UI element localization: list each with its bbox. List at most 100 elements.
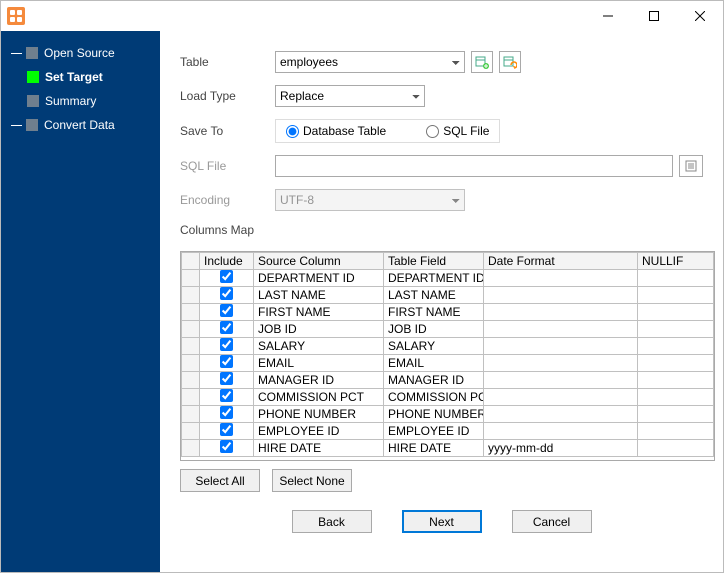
date-cell[interactable] [484, 338, 638, 355]
nav-item-open-source[interactable]: Open Source [1, 41, 160, 65]
close-button[interactable] [677, 1, 723, 31]
source-cell[interactable]: LAST NAME [254, 287, 384, 304]
add-table-icon[interactable] [471, 51, 493, 73]
col-date[interactable]: Date Format [484, 253, 638, 270]
field-cell[interactable]: EMAIL [384, 355, 484, 372]
table-row[interactable]: COMMISSION PCTCOMMISSION PCT [182, 389, 714, 406]
table-row[interactable]: FIRST NAMEFIRST NAME [182, 304, 714, 321]
row-header[interactable] [182, 423, 200, 440]
row-header[interactable] [182, 355, 200, 372]
source-cell[interactable]: HIRE DATE [254, 440, 384, 457]
row-header[interactable] [182, 389, 200, 406]
row-header[interactable] [182, 338, 200, 355]
field-cell[interactable]: DEPARTMENT ID [384, 270, 484, 287]
include-cell[interactable] [200, 355, 254, 372]
table-row[interactable]: DEPARTMENT IDDEPARTMENT ID [182, 270, 714, 287]
date-cell[interactable] [484, 321, 638, 338]
source-cell[interactable]: EMPLOYEE ID [254, 423, 384, 440]
refresh-table-icon[interactable] [499, 51, 521, 73]
field-cell[interactable]: MANAGER ID [384, 372, 484, 389]
nav-item-convert-data[interactable]: Convert Data [1, 113, 160, 137]
include-cell[interactable] [200, 270, 254, 287]
table-row[interactable]: EMAILEMAIL [182, 355, 714, 372]
row-header[interactable] [182, 440, 200, 457]
date-cell[interactable] [484, 355, 638, 372]
nullif-cell[interactable] [638, 355, 714, 372]
nullif-cell[interactable] [638, 440, 714, 457]
date-cell[interactable]: yyyy-mm-dd [484, 440, 638, 457]
select-none-button[interactable]: Select None [272, 469, 352, 492]
nav-item-summary[interactable]: Summary [1, 89, 160, 113]
col-source[interactable]: Source Column [254, 253, 384, 270]
nullif-cell[interactable] [638, 338, 714, 355]
source-cell[interactable]: COMMISSION PCT [254, 389, 384, 406]
source-cell[interactable]: JOB ID [254, 321, 384, 338]
date-cell[interactable] [484, 372, 638, 389]
field-cell[interactable]: EMPLOYEE ID [384, 423, 484, 440]
columns-grid[interactable]: Include Source Column Table Field Date F… [180, 251, 715, 461]
nullif-cell[interactable] [638, 423, 714, 440]
include-cell[interactable] [200, 423, 254, 440]
table-select[interactable]: employees [275, 51, 465, 73]
browse-button[interactable] [679, 155, 703, 177]
source-cell[interactable]: FIRST NAME [254, 304, 384, 321]
date-cell[interactable] [484, 423, 638, 440]
date-cell[interactable] [484, 389, 638, 406]
date-cell[interactable] [484, 406, 638, 423]
table-row[interactable]: HIRE DATEHIRE DATEyyyy-mm-dd [182, 440, 714, 457]
nullif-cell[interactable] [638, 287, 714, 304]
source-cell[interactable]: DEPARTMENT ID [254, 270, 384, 287]
row-header[interactable] [182, 406, 200, 423]
field-cell[interactable]: LAST NAME [384, 287, 484, 304]
source-cell[interactable]: PHONE NUMBER [254, 406, 384, 423]
date-cell[interactable] [484, 287, 638, 304]
table-row[interactable]: JOB IDJOB ID [182, 321, 714, 338]
include-cell[interactable] [200, 372, 254, 389]
table-row[interactable]: LAST NAMELAST NAME [182, 287, 714, 304]
select-all-button[interactable]: Select All [180, 469, 260, 492]
table-row[interactable]: MANAGER IDMANAGER ID [182, 372, 714, 389]
include-cell[interactable] [200, 304, 254, 321]
save-db-radio[interactable]: Database Table [286, 124, 386, 138]
nullif-cell[interactable] [638, 372, 714, 389]
maximize-button[interactable] [631, 1, 677, 31]
nav-item-set-target[interactable]: Set Target [1, 65, 160, 89]
field-cell[interactable]: FIRST NAME [384, 304, 484, 321]
table-row[interactable]: PHONE NUMBERPHONE NUMBER [182, 406, 714, 423]
include-cell[interactable] [200, 287, 254, 304]
include-cell[interactable] [200, 440, 254, 457]
nullif-cell[interactable] [638, 406, 714, 423]
save-sql-radio[interactable]: SQL File [426, 124, 489, 138]
include-cell[interactable] [200, 406, 254, 423]
row-header[interactable] [182, 270, 200, 287]
cancel-button[interactable]: Cancel [512, 510, 592, 533]
row-header[interactable] [182, 287, 200, 304]
include-cell[interactable] [200, 338, 254, 355]
field-cell[interactable]: COMMISSION PCT [384, 389, 484, 406]
col-field[interactable]: Table Field [384, 253, 484, 270]
nullif-cell[interactable] [638, 321, 714, 338]
next-button[interactable]: Next [402, 510, 482, 533]
include-cell[interactable] [200, 321, 254, 338]
row-header[interactable] [182, 372, 200, 389]
col-nullif[interactable]: NULLIF [638, 253, 714, 270]
field-cell[interactable]: HIRE DATE [384, 440, 484, 457]
minimize-button[interactable] [585, 1, 631, 31]
field-cell[interactable]: PHONE NUMBER [384, 406, 484, 423]
source-cell[interactable]: SALARY [254, 338, 384, 355]
table-row[interactable]: EMPLOYEE IDEMPLOYEE ID [182, 423, 714, 440]
date-cell[interactable] [484, 270, 638, 287]
date-cell[interactable] [484, 304, 638, 321]
nullif-cell[interactable] [638, 304, 714, 321]
table-row[interactable]: SALARYSALARY [182, 338, 714, 355]
nullif-cell[interactable] [638, 389, 714, 406]
row-header[interactable] [182, 304, 200, 321]
source-cell[interactable]: EMAIL [254, 355, 384, 372]
source-cell[interactable]: MANAGER ID [254, 372, 384, 389]
field-cell[interactable]: JOB ID [384, 321, 484, 338]
col-include[interactable]: Include [200, 253, 254, 270]
row-header[interactable] [182, 321, 200, 338]
load-type-select[interactable]: Replace [275, 85, 425, 107]
include-cell[interactable] [200, 389, 254, 406]
field-cell[interactable]: SALARY [384, 338, 484, 355]
